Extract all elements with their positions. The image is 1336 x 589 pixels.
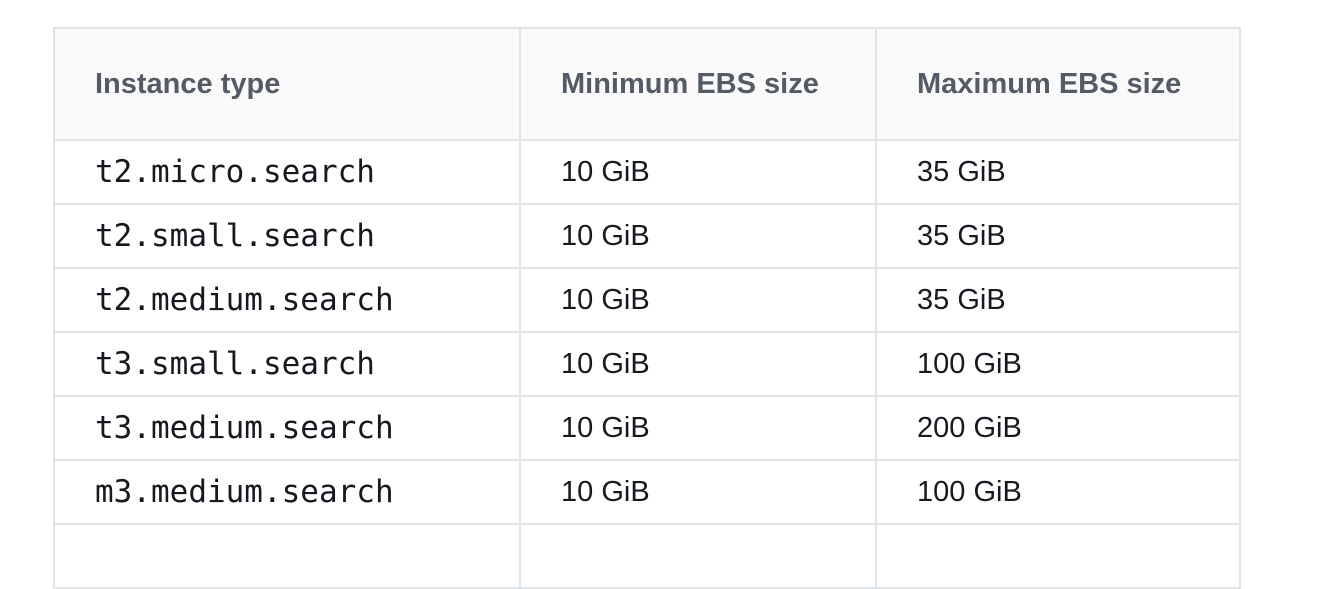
instance-type-cell: t3.medium.search [53, 395, 521, 461]
instance-type-cell: t2.small.search [53, 203, 521, 269]
table-row: t3.medium.search 10 GiB 200 GiB [53, 395, 1241, 461]
table-header: Instance type Minimum EBS size Maximum E… [53, 27, 1241, 141]
instance-type-cell: t3.small.search [53, 331, 521, 397]
ebs-size-table-container: Instance type Minimum EBS size Maximum E… [53, 27, 1241, 589]
max-ebs-cell [875, 523, 1241, 589]
table-row: t2.small.search 10 GiB 35 GiB [53, 203, 1241, 269]
table-row: t3.small.search 10 GiB 100 GiB [53, 331, 1241, 397]
table-row: t2.micro.search 10 GiB 35 GiB [53, 139, 1241, 205]
table-row: m3.medium.search 10 GiB 100 GiB [53, 459, 1241, 525]
table-row-partial [53, 523, 1241, 589]
instance-type-cell: m3.medium.search [53, 459, 521, 525]
instance-type-cell: t2.medium.search [53, 267, 521, 333]
max-ebs-cell: 100 GiB [875, 459, 1241, 525]
header-minimum-ebs-size: Minimum EBS size [519, 27, 877, 141]
max-ebs-cell: 35 GiB [875, 139, 1241, 205]
max-ebs-cell: 35 GiB [875, 267, 1241, 333]
table-row: t2.medium.search 10 GiB 35 GiB [53, 267, 1241, 333]
max-ebs-cell: 35 GiB [875, 203, 1241, 269]
min-ebs-cell: 10 GiB [519, 331, 877, 397]
min-ebs-cell: 10 GiB [519, 267, 877, 333]
table-body: t2.micro.search 10 GiB 35 GiB t2.small.s… [53, 139, 1241, 589]
max-ebs-cell: 100 GiB [875, 331, 1241, 397]
min-ebs-cell: 10 GiB [519, 139, 877, 205]
min-ebs-cell: 10 GiB [519, 395, 877, 461]
min-ebs-cell [519, 523, 877, 589]
ebs-size-table: Instance type Minimum EBS size Maximum E… [53, 27, 1241, 589]
instance-type-cell [53, 523, 521, 589]
header-row: Instance type Minimum EBS size Maximum E… [53, 27, 1241, 141]
header-instance-type: Instance type [53, 27, 521, 141]
min-ebs-cell: 10 GiB [519, 203, 877, 269]
header-maximum-ebs-size: Maximum EBS size [875, 27, 1241, 141]
max-ebs-cell: 200 GiB [875, 395, 1241, 461]
instance-type-cell: t2.micro.search [53, 139, 521, 205]
min-ebs-cell: 10 GiB [519, 459, 877, 525]
